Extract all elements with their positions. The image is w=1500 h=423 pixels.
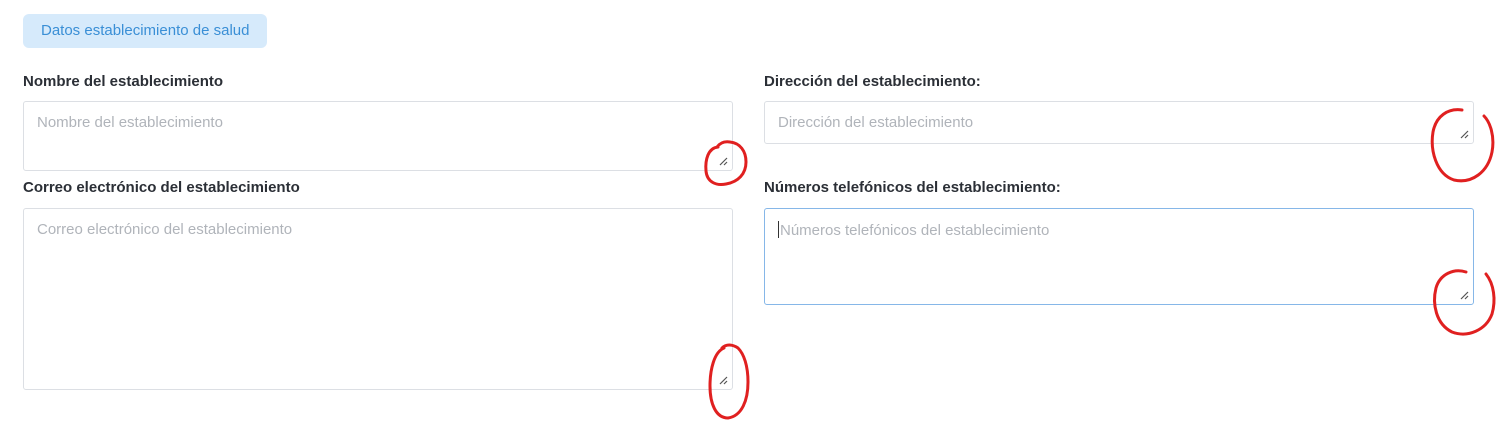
resize-grip-icon[interactable] [718, 156, 728, 166]
nombre-textarea[interactable]: Nombre del establecimiento [23, 101, 733, 171]
section-badge: Datos establecimiento de salud [23, 14, 268, 48]
resize-grip-icon[interactable] [718, 375, 728, 385]
direccion-label: Dirección del establecimiento: [764, 73, 981, 90]
telefonos-textarea[interactable]: Números telefónicos del establecimiento [764, 208, 1474, 305]
form-page: Datos establecimiento de salud Nombre de… [0, 0, 1500, 423]
text-caret [778, 221, 779, 238]
direccion-textarea[interactable]: Dirección del establecimiento [764, 101, 1474, 144]
nombre-placeholder: Nombre del establecimiento [37, 114, 223, 131]
correo-label: Correo electrónico del establecimiento [23, 179, 300, 196]
direccion-placeholder: Dirección del establecimiento [778, 114, 974, 131]
resize-grip-icon[interactable] [1459, 290, 1469, 300]
nombre-label: Nombre del establecimiento [23, 73, 224, 90]
telefonos-label: Números telefónicos del establecimiento: [764, 179, 1061, 196]
correo-placeholder: Correo electrónico del establecimiento [37, 221, 293, 238]
resize-grip-icon[interactable] [1459, 129, 1469, 139]
telefonos-placeholder: Números telefónicos del establecimiento [780, 222, 1050, 239]
correo-textarea[interactable]: Correo electrónico del establecimiento [23, 208, 733, 390]
